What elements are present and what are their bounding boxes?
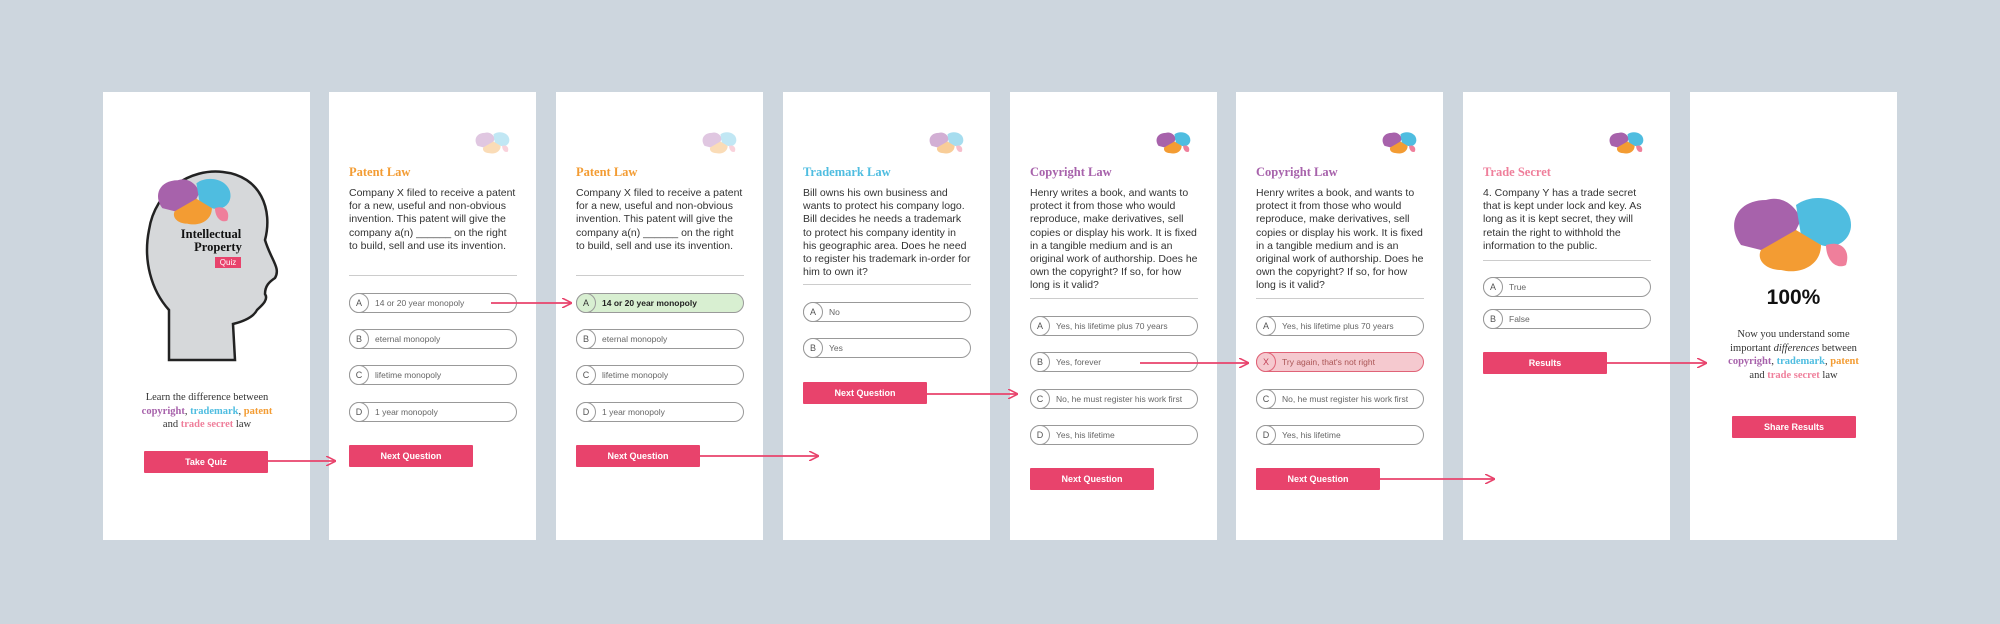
flow-arrows <box>268 0 2000 624</box>
